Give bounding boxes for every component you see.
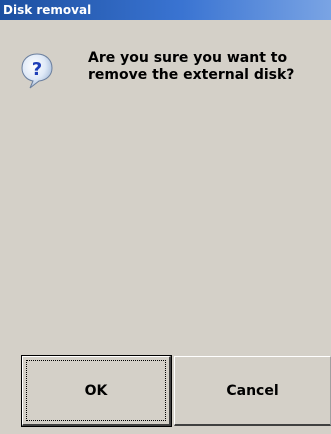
- dialog-message: Are you sure you want to remove the exte…: [88, 50, 318, 84]
- bottom-strip: [0, 428, 331, 434]
- title-bar[interactable]: Disk removal: [0, 0, 331, 20]
- cancel-button-label: Cancel: [226, 382, 279, 399]
- question-icon: ?: [20, 52, 54, 90]
- message-line-2: remove the external disk?: [88, 67, 295, 83]
- ok-button[interactable]: OK: [21, 355, 172, 427]
- ok-button-label: OK: [84, 382, 108, 399]
- dialog-window: Disk removal ? Are you sure you want to …: [0, 0, 331, 434]
- cancel-button[interactable]: Cancel: [174, 356, 331, 426]
- button-bar: OK Cancel: [0, 355, 331, 434]
- window-title: Disk removal: [3, 3, 92, 17]
- message-line-1: Are you sure you want to: [88, 50, 288, 66]
- svg-text:?: ?: [32, 59, 42, 80]
